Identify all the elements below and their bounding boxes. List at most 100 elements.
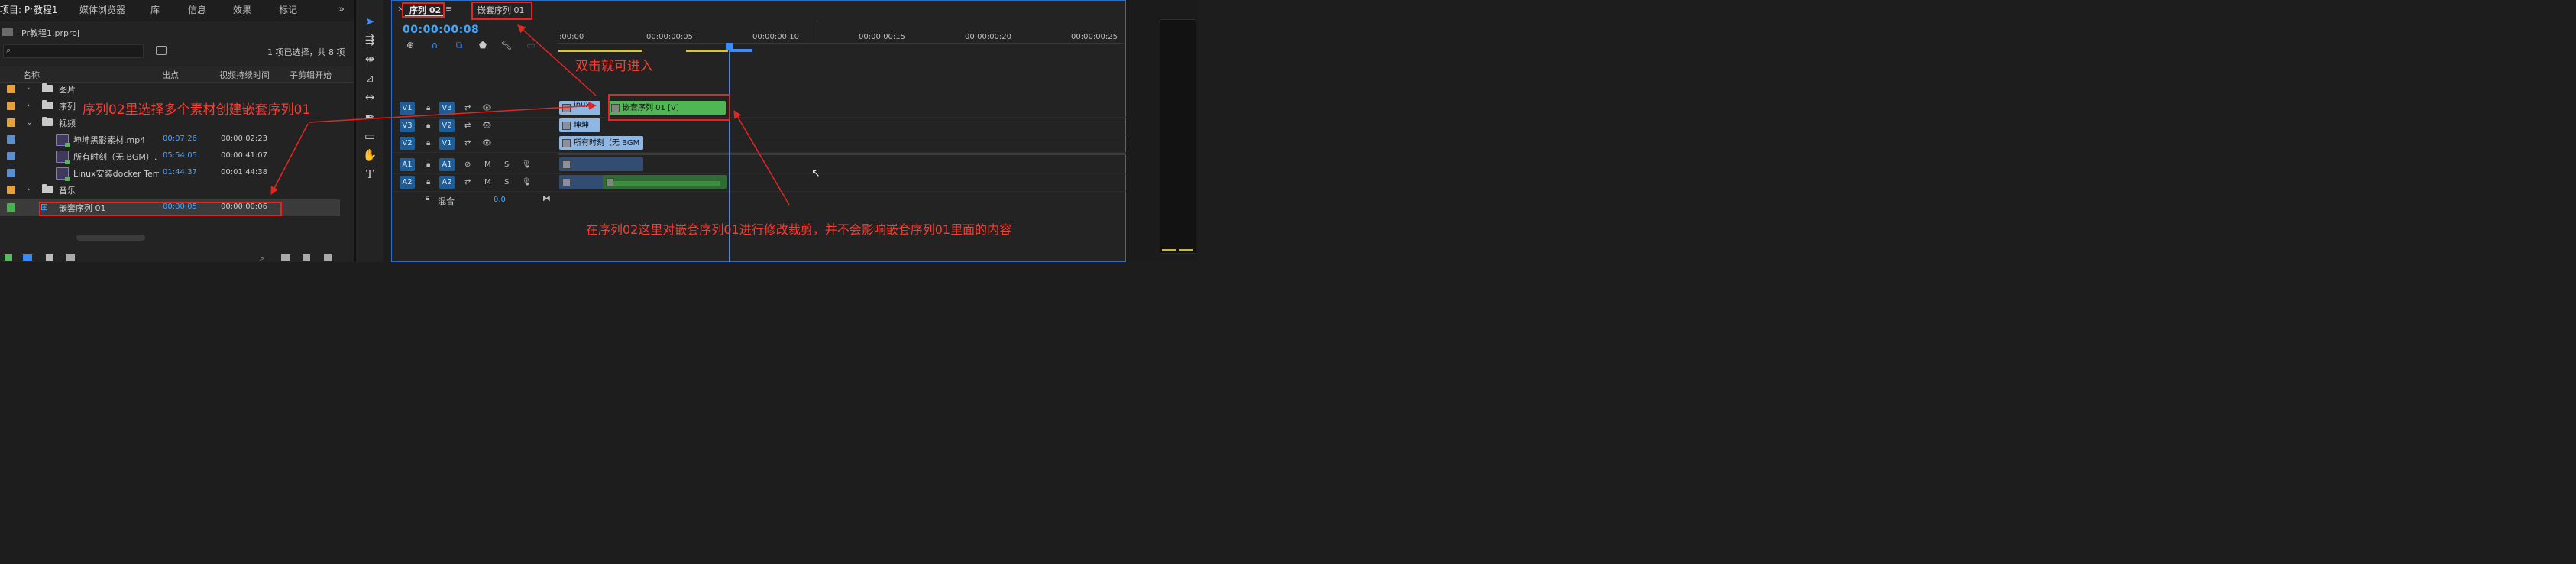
snap-icon[interactable]: ∩	[429, 39, 441, 51]
ripple-edit-tool-icon[interactable]: ⇹	[362, 51, 377, 66]
source-track-v1[interactable]: V1	[400, 102, 415, 115]
lock-icon[interactable]: 🔒︎	[426, 137, 430, 150]
track-target-v3[interactable]: V3	[439, 102, 455, 115]
rectangle-tool-icon[interactable]: ▭	[362, 128, 377, 144]
list-item[interactable]: › 图片	[0, 81, 340, 98]
horizontal-scrollbar[interactable]	[76, 235, 145, 241]
insert-sequence-nest-icon[interactable]: ⊕	[404, 39, 416, 51]
double-chevron-right-icon[interactable]: »	[338, 0, 345, 20]
tab-effects[interactable]: 效果	[233, 0, 251, 20]
work-area-bar[interactable]	[686, 50, 728, 52]
track-target-a2[interactable]: A2	[439, 176, 455, 189]
track-target-v2[interactable]: V2	[439, 119, 455, 132]
column-out-point[interactable]: 出点	[162, 69, 179, 81]
column-subclip-start[interactable]: 子剪辑开始	[290, 69, 332, 81]
chevron-down-icon[interactable]: ⌄	[26, 117, 33, 127]
column-video-duration[interactable]: 视频持续时间	[219, 69, 270, 81]
clip-nested-audio-a2[interactable]	[603, 175, 727, 189]
list-item[interactable]: 所有时刻（无 BGM）. 05:54:05 00:00:41:07	[0, 148, 340, 165]
list-view-icon[interactable]	[23, 254, 32, 261]
microphone-icon[interactable]: 🎙︎	[522, 158, 532, 171]
pencil-icon[interactable]	[5, 254, 12, 261]
lock-icon[interactable]: 🔒︎	[426, 194, 429, 203]
list-item[interactable]: › 音乐	[0, 182, 340, 199]
tab-project[interactable]: 项目: Pr教程1	[0, 0, 57, 20]
tab-media-browser[interactable]: 媒体浏览器	[79, 0, 125, 20]
mix-playhead-icon[interactable]: ⧓	[542, 193, 551, 203]
chevron-right-icon[interactable]: ›	[27, 184, 30, 194]
track-target-a1[interactable]: A1	[439, 158, 455, 171]
mix-volume-value[interactable]: 0.0	[494, 196, 506, 204]
tab-info[interactable]: 信息	[188, 0, 206, 20]
lock-icon[interactable]: 🔒︎	[426, 176, 430, 189]
chevron-right-icon[interactable]: ›	[27, 100, 30, 110]
pen-tool-icon[interactable]: ✒	[362, 109, 377, 125]
new-bin-icon[interactable]	[281, 254, 290, 261]
clip-kunkun-v2[interactable]: 坤坤	[559, 118, 600, 132]
work-area-bar[interactable]	[558, 50, 642, 52]
track-target-v1[interactable]: V1	[439, 137, 455, 150]
lock-icon[interactable]: 🔒︎	[426, 158, 430, 171]
source-track-a2[interactable]: A2	[400, 176, 415, 189]
sync-lock-icon[interactable]: ⇄	[464, 119, 471, 132]
playhead-timecode[interactable]: 00:00:00:08	[403, 24, 479, 36]
hand-tool-icon[interactable]: ✋	[362, 147, 377, 163]
video-audio-divider[interactable]	[558, 153, 1133, 155]
sync-lock-icon[interactable]: ⇄	[464, 176, 471, 189]
mute-button[interactable]: M	[484, 158, 491, 171]
playhead-handle[interactable]	[726, 43, 733, 50]
clip-audio-a1[interactable]	[559, 157, 643, 171]
search-icon: ⌕	[6, 45, 11, 55]
solo-button[interactable]: S	[504, 176, 509, 189]
source-track-v2[interactable]: V2	[400, 137, 415, 150]
eye-icon[interactable]: 👁︎	[482, 119, 492, 132]
tab-menu-icon[interactable]: ≡	[445, 4, 452, 14]
type-tool-icon[interactable]: T	[362, 167, 377, 182]
work-area-bar-selected[interactable]	[730, 49, 752, 52]
list-item[interactable]: Linux安装docker Templ 01:44:37 00:01:44:38	[0, 165, 340, 182]
tab-markers[interactable]: 标记	[279, 0, 297, 20]
item-name: 所有时刻（无 BGM）.	[73, 152, 157, 162]
track-select-tool-icon[interactable]: ⇶	[362, 32, 377, 47]
tab-libraries[interactable]: 库	[150, 0, 160, 20]
lock-icon[interactable]: 🔒︎	[426, 102, 430, 115]
microphone-icon[interactable]: 🎙︎	[522, 176, 532, 189]
selection-tool-icon[interactable]: ➤	[362, 14, 377, 29]
new-item-icon[interactable]	[303, 254, 310, 261]
eye-icon[interactable]: 👁︎	[482, 102, 492, 115]
trash-icon[interactable]	[324, 254, 332, 261]
add-marker-icon[interactable]: ⬟	[477, 39, 489, 51]
column-name[interactable]: 名称	[23, 69, 40, 81]
item-duration: 00:00:02:23	[221, 135, 268, 143]
sync-lock-icon[interactable]: ⇄	[464, 137, 471, 150]
new-bin-from-search-icon[interactable]	[156, 46, 167, 55]
clip-alltime-v1[interactable]: 所有时刻（无 BGM	[559, 136, 643, 150]
list-item[interactable]: 坤坤黑影素材.mp4 00:07:26 00:00:02:23	[0, 131, 340, 148]
item-duration: 00:01:44:38	[221, 168, 268, 177]
find-icon[interactable]: ⌕	[260, 253, 264, 264]
wrench-icon[interactable]: 🔧︎	[500, 39, 513, 51]
linked-selection-icon[interactable]: ⧉	[453, 39, 465, 51]
folder-icon	[42, 83, 53, 92]
slip-tool-icon[interactable]: ↔	[362, 89, 377, 105]
icon-view-icon[interactable]	[46, 254, 53, 261]
chevron-right-icon[interactable]: ›	[27, 83, 30, 93]
clip-linux-v3[interactable]: inux	[559, 101, 600, 115]
mute-button[interactable]: M	[484, 176, 491, 189]
eye-icon[interactable]: 👁︎	[482, 137, 492, 150]
sync-lock-icon[interactable]: ⇄	[464, 102, 471, 115]
clip-audio-a2[interactable]	[559, 175, 605, 189]
search-input[interactable]: ⌕	[3, 44, 144, 58]
sync-lock-off-icon[interactable]: ⊘	[464, 158, 471, 171]
time-ruler[interactable]: :00:00 00:00:00:05 00:00:00:10 00:00:00:…	[558, 20, 1123, 52]
captions-icon[interactable]: ▭	[525, 39, 537, 51]
audio-waveform	[613, 181, 720, 186]
folder-icon	[42, 100, 53, 109]
razor-tool-icon[interactable]: ⧄	[362, 70, 377, 86]
source-track-v3[interactable]: V3	[400, 119, 415, 132]
lock-icon[interactable]: 🔒︎	[426, 119, 430, 132]
solo-button[interactable]: S	[504, 158, 509, 171]
track-v3: V1 🔒︎ V3 ⇄ 👁︎	[392, 100, 1133, 118]
source-track-a1[interactable]: A1	[400, 158, 415, 171]
freeform-view-icon[interactable]	[66, 254, 75, 261]
